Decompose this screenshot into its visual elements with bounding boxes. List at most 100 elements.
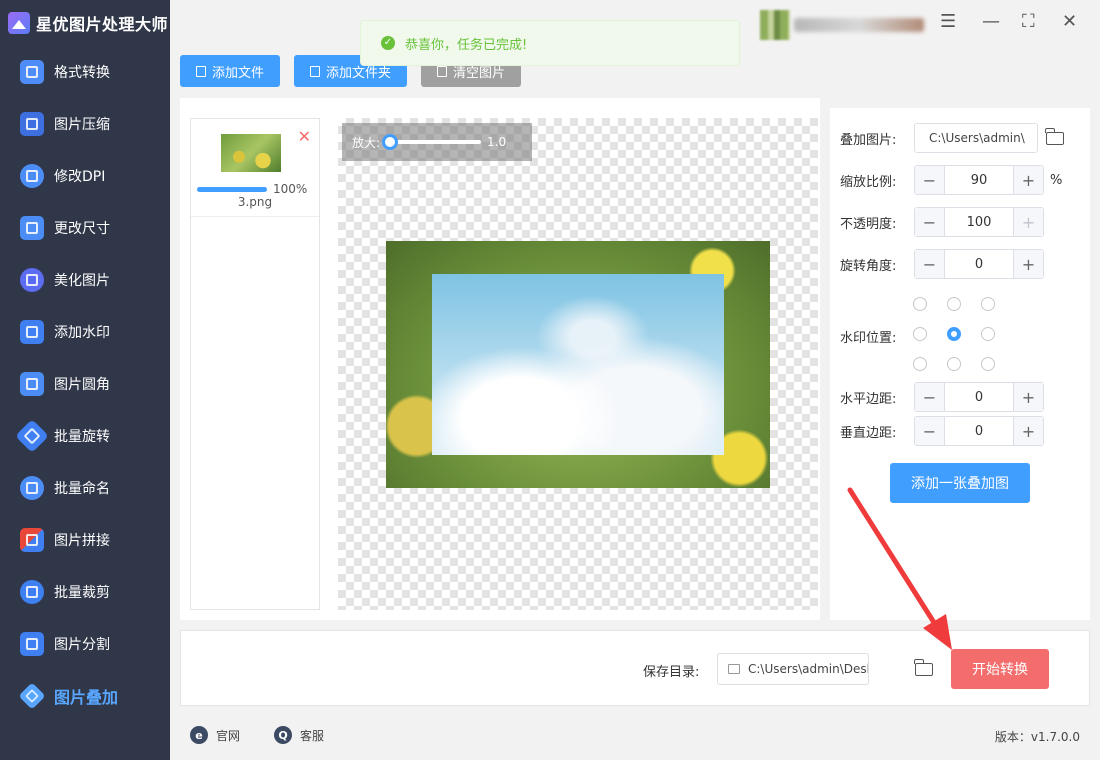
opacity-increase-button[interactable]: + [1013,208,1043,236]
zoom-slider-handle[interactable] [382,134,399,150]
sidebar-item-dpi[interactable]: 修改DPI [0,150,170,202]
position-middle-right-radio[interactable] [981,327,995,341]
vmargin-stepper: − 0 + [914,416,1044,446]
website-link[interactable]: e 官网 [190,726,240,744]
sidebar-item-label: 图片压缩 [54,117,110,133]
position-top-left-radio[interactable] [913,297,927,311]
scale-unit: % [1050,172,1063,188]
hmargin-label: 水平边距: [840,391,897,407]
start-convert-button[interactable]: 开始转换 [951,649,1049,689]
position-bottom-left-radio[interactable] [913,357,927,371]
footer: e 官网 Q 客服 版本：v1.7.0.0 [170,720,1100,750]
scale-increase-button[interactable]: + [1013,166,1043,194]
support-icon: Q [274,726,293,744]
rotation-stepper: − 0 + [914,249,1044,279]
open-folder-icon[interactable] [1045,127,1064,145]
support-label: 客服 [300,728,325,743]
remove-file-icon[interactable]: ✕ [298,127,311,146]
sidebar-item-rounded[interactable]: 图片圆角 [0,358,170,410]
vmargin-row: 垂直边距: − 0 + [840,416,1044,446]
rounded-corner-icon [20,372,44,396]
file-thumbnail[interactable] [221,134,281,172]
save-dir-label: 保存目录: [643,665,700,680]
file-icon [196,65,206,77]
rotation-row: 旋转角度: − 0 + [840,249,1044,279]
add-overlay-button[interactable]: 添加一张叠加图 [890,463,1030,503]
overlay-image-preview[interactable] [432,274,724,455]
scale-stepper: − 90 + [914,165,1044,195]
position-row: 水印位置: [840,327,914,346]
sidebar-nav: 格式转换 图片压缩 修改DPI 更改尺寸 美化图片 添加水印 图片圆角 批量旋转… [0,46,170,722]
preview-canvas: 放大: 1.0 [338,118,818,610]
sidebar-item-label: 图片分割 [54,637,110,653]
position-middle-center-radio[interactable] [947,327,961,341]
sidebar-item-rotate[interactable]: 批量旋转 [0,410,170,462]
resize-icon [20,216,44,240]
add-file-label: 添加文件 [212,65,265,81]
website-icon: e [190,726,208,744]
avatar[interactable] [760,10,790,40]
position-top-right-radio[interactable] [981,297,995,311]
browse-folder-icon[interactable] [914,659,933,676]
website-label: 官网 [216,728,241,743]
rotation-increase-button[interactable]: + [1013,250,1043,278]
beautify-icon [20,268,44,292]
list-item[interactable]: ✕ 100% 3.png [191,119,319,217]
settings-sliders-icon[interactable]: ☰ [940,12,956,32]
sidebar-item-label: 美化图片 [54,273,110,289]
vmargin-decrease-button[interactable]: − [915,417,945,445]
rotation-label: 旋转角度: [840,258,897,274]
overlay-image-label: 叠加图片: [840,132,897,148]
position-label: 水印位置: [840,331,897,346]
save-dir-field[interactable]: C:\Users\admin\Deskto [717,653,869,685]
overlay-path-field[interactable]: C:\Users\admin\ [914,123,1038,153]
zoom-label: 放大: [352,135,381,150]
opacity-row: 不透明度: − 100 + [840,207,1044,237]
main-area: ☰ — ⛶ ✕ 添加文件 添加文件夹 清空图片 ✓ 恭喜你，任务已完成! ✕ 1… [170,0,1100,760]
sidebar-item-beautify[interactable]: 美化图片 [0,254,170,306]
rotation-decrease-button[interactable]: − [915,250,945,278]
app-logo-icon [8,12,30,34]
username-blurred [794,18,924,32]
position-bottom-center-radio[interactable] [947,357,961,371]
hmargin-input[interactable]: 0 [945,383,1013,411]
zoom-slider[interactable] [382,134,482,150]
support-link[interactable]: Q 客服 [274,726,324,744]
close-icon[interactable]: ✕ [1062,12,1077,32]
position-top-center-radio[interactable] [947,297,961,311]
dpi-icon [20,164,44,188]
scale-row: 缩放比例: − 90 + % [840,165,1062,195]
hmargin-increase-button[interactable]: + [1013,383,1043,411]
position-bottom-right-radio[interactable] [981,357,995,371]
rotate-icon [15,419,49,453]
scale-decrease-button[interactable]: − [915,166,945,194]
sidebar-item-watermark[interactable]: 添加水印 [0,306,170,358]
sidebar-item-format-convert[interactable]: 格式转换 [0,46,170,98]
scale-input[interactable]: 90 [945,166,1013,194]
check-circle-icon: ✓ [381,36,395,50]
toast-message: 恭喜你，任务已完成! [405,37,528,53]
opacity-decrease-button[interactable]: − [915,208,945,236]
maximize-icon[interactable]: ⛶ [1022,12,1035,32]
file-list: ✕ 100% 3.png [190,118,320,610]
vmargin-increase-button[interactable]: + [1013,417,1043,445]
sidebar-item-stitch[interactable]: 图片拼接 [0,514,170,566]
sidebar-item-overlay[interactable]: 图片叠加 [0,670,170,722]
opacity-input[interactable]: 100 [945,208,1013,236]
version-text: 版本：v1.7.0.0 [994,730,1080,744]
vmargin-input[interactable]: 0 [945,417,1013,445]
position-middle-left-radio[interactable] [913,327,927,341]
minimize-icon[interactable]: — [982,12,1000,32]
sidebar-item-crop[interactable]: 批量裁剪 [0,566,170,618]
base-image-preview [386,241,770,488]
sidebar-item-resize[interactable]: 更改尺寸 [0,202,170,254]
sidebar-item-rename[interactable]: 批量命名 [0,462,170,514]
sidebar-item-compress[interactable]: 图片压缩 [0,98,170,150]
sidebar-item-split[interactable]: 图片分割 [0,618,170,670]
hmargin-decrease-button[interactable]: − [915,383,945,411]
user-info[interactable] [760,10,924,40]
rotation-input[interactable]: 0 [945,250,1013,278]
zoom-value: 1.0 [487,135,507,149]
add-file-button[interactable]: 添加文件 [180,55,281,87]
app-logo: 星优图片处理大师 [0,0,170,46]
